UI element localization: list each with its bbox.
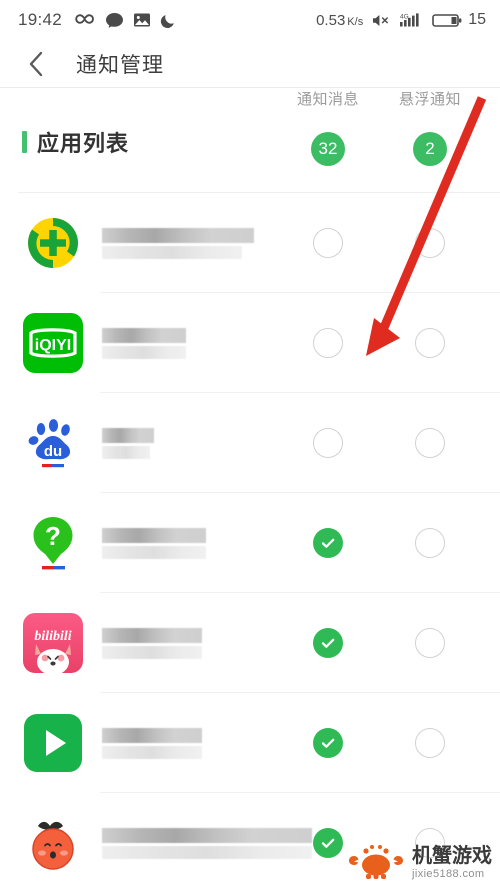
battery-icon	[432, 13, 462, 28]
360-safe-icon	[22, 212, 84, 274]
svg-text:4G: 4G	[400, 13, 409, 20]
network-speed-unit: K/s	[347, 15, 364, 28]
baidu-zhidao-icon: ?	[22, 512, 84, 574]
moon-icon	[160, 12, 177, 29]
redacted-text	[102, 327, 186, 343]
redacted-subtext	[102, 545, 206, 559]
redacted-text	[102, 427, 154, 443]
toggle-floating[interactable]	[415, 528, 445, 558]
redacted-text	[102, 827, 312, 843]
svg-text:du: du	[44, 443, 62, 460]
toggle-floating[interactable]	[415, 428, 445, 458]
redacted-text	[102, 627, 202, 643]
table-row[interactable]	[0, 193, 500, 293]
network-speed-value: 0.53	[316, 11, 346, 29]
status-bar: 19:42 0.53 K/s 4G 15	[0, 0, 500, 40]
toggle-notification[interactable]	[313, 328, 343, 358]
table-row[interactable]: iQIYI	[0, 293, 500, 393]
svg-text:iQIYI: iQIYI	[35, 337, 71, 354]
iqiyi-icon: iQIYI	[22, 312, 84, 374]
toggle-notification[interactable]	[313, 428, 343, 458]
column-label-floating: 悬浮通知	[398, 91, 461, 108]
baidu-icon: du	[22, 412, 84, 474]
check-icon	[321, 738, 335, 748]
battery-level: 15	[468, 11, 486, 28]
tomato-icon	[22, 812, 84, 874]
row-toggles	[300, 593, 500, 693]
status-bar-right: 0.53 K/s 4G 15	[316, 11, 486, 29]
crab-icon	[349, 845, 403, 879]
row-toggles	[300, 293, 500, 393]
toggle-notification[interactable]	[313, 828, 343, 858]
redacted-text	[102, 727, 202, 743]
redacted-text	[102, 227, 254, 243]
redacted-subtext	[102, 645, 202, 659]
mute-icon	[371, 13, 392, 28]
network-speed: 0.53 K/s	[316, 12, 363, 29]
column-header: 通知消息 悬浮通知 32 2 应用列表	[0, 88, 500, 193]
toggle-notification[interactable]	[313, 628, 343, 658]
section-accent-bar	[22, 131, 27, 153]
row-toggles	[300, 493, 500, 593]
toggle-notification[interactable]	[313, 528, 343, 558]
redacted-text	[102, 527, 206, 543]
app-list: iQIYI du ? bilibili	[0, 193, 500, 893]
infinity-icon	[74, 13, 96, 27]
table-row[interactable]: ?	[0, 493, 500, 593]
badge-floating-count: 2	[413, 132, 447, 166]
page-title: 通知管理	[76, 53, 164, 77]
watermark-title: 机蟹游戏	[412, 845, 492, 867]
toggle-notification[interactable]	[313, 728, 343, 758]
redacted-subtext	[102, 245, 242, 259]
section-title-label: 应用列表	[37, 131, 130, 156]
redacted-subtext	[102, 745, 202, 759]
toggle-floating[interactable]	[415, 628, 445, 658]
toggle-floating[interactable]	[415, 328, 445, 358]
bilibili-icon: bilibili	[22, 612, 84, 675]
redacted-subtext	[102, 845, 312, 859]
status-bar-left: 19:42	[18, 10, 177, 30]
svg-text:?: ?	[45, 521, 61, 551]
redacted-subtext	[102, 445, 150, 459]
svg-text:bilibili: bilibili	[34, 629, 71, 644]
toggle-floating[interactable]	[415, 228, 445, 258]
watermark-texts: 机蟹游戏 jixie5188.com	[412, 846, 492, 880]
toggle-floating[interactable]	[415, 728, 445, 758]
status-time: 19:42	[18, 10, 63, 29]
watermark-url: jixie5188.com	[412, 868, 485, 880]
check-icon	[321, 538, 335, 548]
table-row[interactable]: bilibili	[0, 593, 500, 693]
row-toggles	[300, 193, 500, 293]
photo-icon	[133, 12, 151, 28]
check-icon	[321, 838, 335, 848]
table-row[interactable]	[0, 693, 500, 793]
watermark: 机蟹游戏 jixie5188.com	[346, 843, 492, 883]
table-row[interactable]: du	[0, 393, 500, 493]
signal-4g-icon: 4G	[400, 12, 424, 28]
section-header-app-list: 应用列表	[22, 126, 129, 158]
row-toggles	[300, 393, 500, 493]
badge-notifications-count: 32	[311, 132, 345, 166]
video-play-icon	[22, 712, 84, 774]
chevron-left-icon	[29, 51, 43, 76]
chat-bubble-icon	[105, 12, 124, 29]
toggle-notification[interactable]	[313, 228, 343, 258]
column-label-notifications: 通知消息	[296, 91, 359, 108]
back-button[interactable]	[22, 50, 50, 78]
row-toggles	[300, 693, 500, 793]
app-bar: 通知管理	[0, 40, 500, 88]
check-icon	[321, 638, 335, 648]
redacted-subtext	[102, 345, 186, 359]
